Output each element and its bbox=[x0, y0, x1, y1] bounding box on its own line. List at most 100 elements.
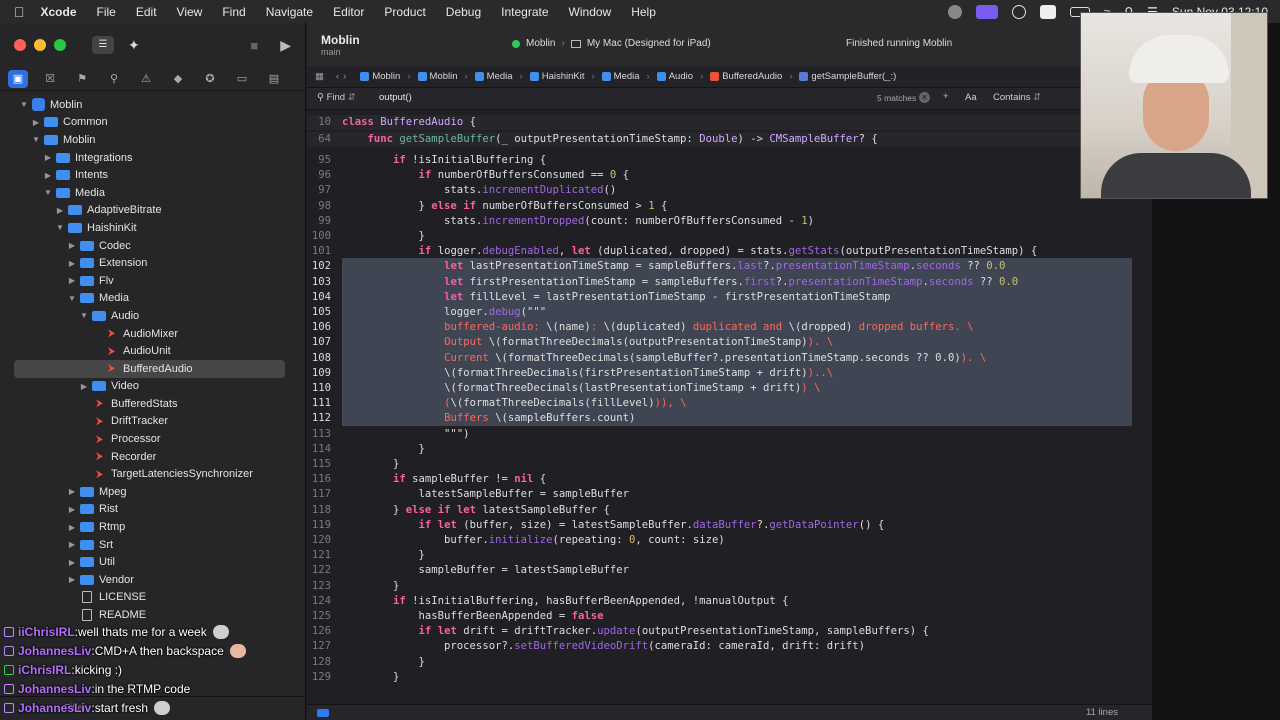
menu-product[interactable]: Product bbox=[384, 5, 425, 19]
menu-edit[interactable]: Edit bbox=[136, 5, 157, 19]
chevron-down-icon[interactable]: ▼ bbox=[66, 294, 78, 303]
jump-seg-media[interactable]: Media bbox=[474, 71, 513, 82]
jump-seg-file[interactable]: BufferedAudio bbox=[710, 71, 782, 82]
back-icon[interactable]: ‹ bbox=[336, 71, 339, 82]
jump-seg-group[interactable]: Moblin bbox=[417, 71, 458, 82]
chevron-down-icon[interactable]: ▼ bbox=[42, 188, 54, 197]
code-line[interactable]: 129 } bbox=[307, 670, 1152, 685]
stream-app-icon[interactable] bbox=[975, 4, 998, 19]
tree-item[interactable]: ▶ Codec bbox=[0, 237, 305, 255]
menu-window[interactable]: Window bbox=[569, 5, 612, 19]
tree-item[interactable]: ⮞ Processor bbox=[0, 430, 305, 448]
code-line[interactable]: 113 """) bbox=[307, 427, 1152, 442]
tree-item[interactable]: ▶ Util bbox=[0, 553, 305, 571]
code-line[interactable]: 105 logger.debug(""" bbox=[307, 305, 1152, 320]
clear-search-icon[interactable]: ✕ bbox=[919, 92, 930, 103]
tree-item[interactable]: LICENSE bbox=[0, 589, 305, 607]
menu-app[interactable]: Xcode bbox=[41, 5, 77, 19]
code-line[interactable]: 123 } bbox=[307, 579, 1152, 594]
code-line[interactable]: 107 Output \(formatThreeDecimals(outputP… bbox=[307, 335, 1152, 350]
chevron-right-icon[interactable]: ▶ bbox=[66, 540, 78, 549]
tree-item[interactable]: ▶ Rist bbox=[0, 501, 305, 519]
find-tab-icon[interactable]: ⚲ bbox=[104, 70, 124, 88]
menu-editor[interactable]: Editor bbox=[333, 5, 364, 19]
tests-tab-icon[interactable]: ◆ bbox=[168, 70, 188, 88]
tree-item[interactable]: ▶ Intents bbox=[0, 166, 305, 184]
source-control-tab-icon[interactable]: ☒ bbox=[40, 70, 60, 88]
chevron-right-icon[interactable]: ▶ bbox=[54, 206, 66, 215]
chevron-right-icon[interactable]: ▶ bbox=[66, 558, 78, 567]
add-pattern-icon[interactable]: + bbox=[943, 91, 949, 102]
chevron-right-icon[interactable]: ▶ bbox=[66, 487, 78, 496]
code-line[interactable]: 100 } bbox=[307, 229, 1152, 244]
code-area[interactable]: 10 class BufferedAudio {64 func getSample… bbox=[307, 115, 1152, 705]
code-line[interactable]: 108 Current \(formatThreeDecimals(sample… bbox=[307, 351, 1152, 366]
project-title[interactable]: Moblin bbox=[321, 33, 360, 47]
debug-tab-icon[interactable]: ✪ bbox=[200, 70, 220, 88]
code-line[interactable]: 119 if let (buffer, size) = latestSample… bbox=[307, 518, 1152, 533]
code-line[interactable]: 64 func getSampleBuffer(_ outputPresenta… bbox=[307, 132, 1152, 148]
chevron-down-icon[interactable]: ▼ bbox=[78, 311, 90, 320]
code-line[interactable]: 104 let fillLevel = lastPresentationTime… bbox=[307, 290, 1152, 305]
code-line[interactable]: 117 latestSampleBuffer = sampleBuffer bbox=[307, 487, 1152, 502]
chevron-right-icon[interactable]: ▶ bbox=[66, 523, 78, 532]
code-line[interactable]: 111 (\(formatThreeDecimals(fillLevel))),… bbox=[307, 396, 1152, 411]
scheme-name[interactable]: Moblin bbox=[526, 38, 555, 49]
jump-seg-project[interactable]: Moblin bbox=[360, 71, 400, 82]
tree-item[interactable]: ▶ Video bbox=[0, 378, 305, 396]
code-line[interactable]: 122 sampleBuffer = latestSampleBuffer bbox=[307, 563, 1152, 578]
chevron-right-icon[interactable]: ▶ bbox=[66, 241, 78, 250]
code-line[interactable]: 102 let lastPresentationTimeStamp = samp… bbox=[307, 259, 1152, 274]
tree-item[interactable]: ▶ Extension bbox=[0, 254, 305, 272]
code-line[interactable]: 10 class BufferedAudio { bbox=[307, 115, 1152, 131]
breakpoints-toggle-icon[interactable] bbox=[317, 709, 329, 717]
code-line[interactable]: 103 let firstPresentationTimeStamp = sam… bbox=[307, 275, 1152, 290]
tree-item[interactable]: ▶ AdaptiveBitrate bbox=[0, 202, 305, 220]
tree-item[interactable]: ▼ Moblin bbox=[0, 96, 305, 114]
tree-item[interactable]: ▼ Media bbox=[0, 184, 305, 202]
code-line[interactable]: 110 \(formatThreeDecimals(lastPresentati… bbox=[307, 381, 1152, 396]
menu-view[interactable]: View bbox=[177, 5, 203, 19]
tree-item[interactable]: ▶ Rtmp bbox=[0, 518, 305, 536]
code-line[interactable]: 114 } bbox=[307, 442, 1152, 457]
menu-navigate[interactable]: Navigate bbox=[266, 5, 313, 19]
code-line[interactable]: 99 stats.incrementDropped(count: numberO… bbox=[307, 214, 1152, 229]
tree-item[interactable]: ▶ Flv bbox=[0, 272, 305, 290]
case-sensitive-toggle[interactable]: Aa bbox=[965, 92, 977, 103]
tree-item[interactable]: ⮞ BufferedStats bbox=[0, 395, 305, 413]
chevron-right-icon[interactable]: ▶ bbox=[66, 505, 78, 514]
tree-item[interactable]: ⮞ AudioUnit bbox=[0, 342, 305, 360]
tree-item[interactable]: ▶ Mpeg bbox=[0, 483, 305, 501]
code-line[interactable]: 101 if logger.debugEnabled, let (duplica… bbox=[307, 244, 1152, 259]
menu-integrate[interactable]: Integrate bbox=[501, 5, 548, 19]
code-line[interactable]: 98 } else if numberOfBuffersConsumed > 1… bbox=[307, 199, 1152, 214]
forward-icon[interactable]: › bbox=[343, 71, 346, 82]
code-line[interactable]: 115 } bbox=[307, 457, 1152, 472]
menu-find[interactable]: Find bbox=[222, 5, 245, 19]
tree-item[interactable]: ⮞ AudioMixer bbox=[0, 325, 305, 343]
code-line[interactable]: 126 if let drift = driftTracker.update(o… bbox=[307, 624, 1152, 639]
code-line[interactable]: 121 } bbox=[307, 548, 1152, 563]
tree-item[interactable]: ⮞ DriftTracker bbox=[0, 413, 305, 431]
play-icon[interactable] bbox=[1011, 4, 1026, 19]
code-line[interactable]: 95 if !isInitialBuffering { bbox=[307, 153, 1152, 168]
stop-icon[interactable]: ■ bbox=[250, 38, 258, 53]
issues-tab-icon[interactable]: ⚠ bbox=[136, 70, 156, 88]
menu-file[interactable]: File bbox=[97, 5, 116, 19]
branch-name[interactable]: main bbox=[321, 47, 360, 57]
reports-tab-icon[interactable]: ▤ bbox=[264, 70, 284, 88]
tree-item[interactable]: ▶ Srt bbox=[0, 536, 305, 554]
chevron-down-icon[interactable]: ▼ bbox=[30, 135, 42, 144]
code-line[interactable]: 118 } else if let latestSampleBuffer { bbox=[307, 503, 1152, 518]
chevron-down-icon[interactable]: ▼ bbox=[18, 100, 30, 109]
menu-debug[interactable]: Debug bbox=[446, 5, 481, 19]
tree-item[interactable]: ▶ Integrations bbox=[0, 149, 305, 167]
tree-item[interactable]: ⮞ BufferedAudio bbox=[14, 359, 285, 378]
zoom-window-button[interactable] bbox=[54, 39, 66, 51]
chevron-right-icon[interactable]: ▶ bbox=[66, 575, 78, 584]
tree-item[interactable]: ⮞ TargetLatenciesSynchronizer bbox=[0, 465, 305, 483]
sparkle-icon[interactable]: ✦ bbox=[128, 37, 140, 54]
find-query-input[interactable]: output() bbox=[379, 92, 412, 103]
code-line[interactable]: 128 } bbox=[307, 655, 1152, 670]
apple-icon[interactable]:  bbox=[14, 4, 25, 20]
